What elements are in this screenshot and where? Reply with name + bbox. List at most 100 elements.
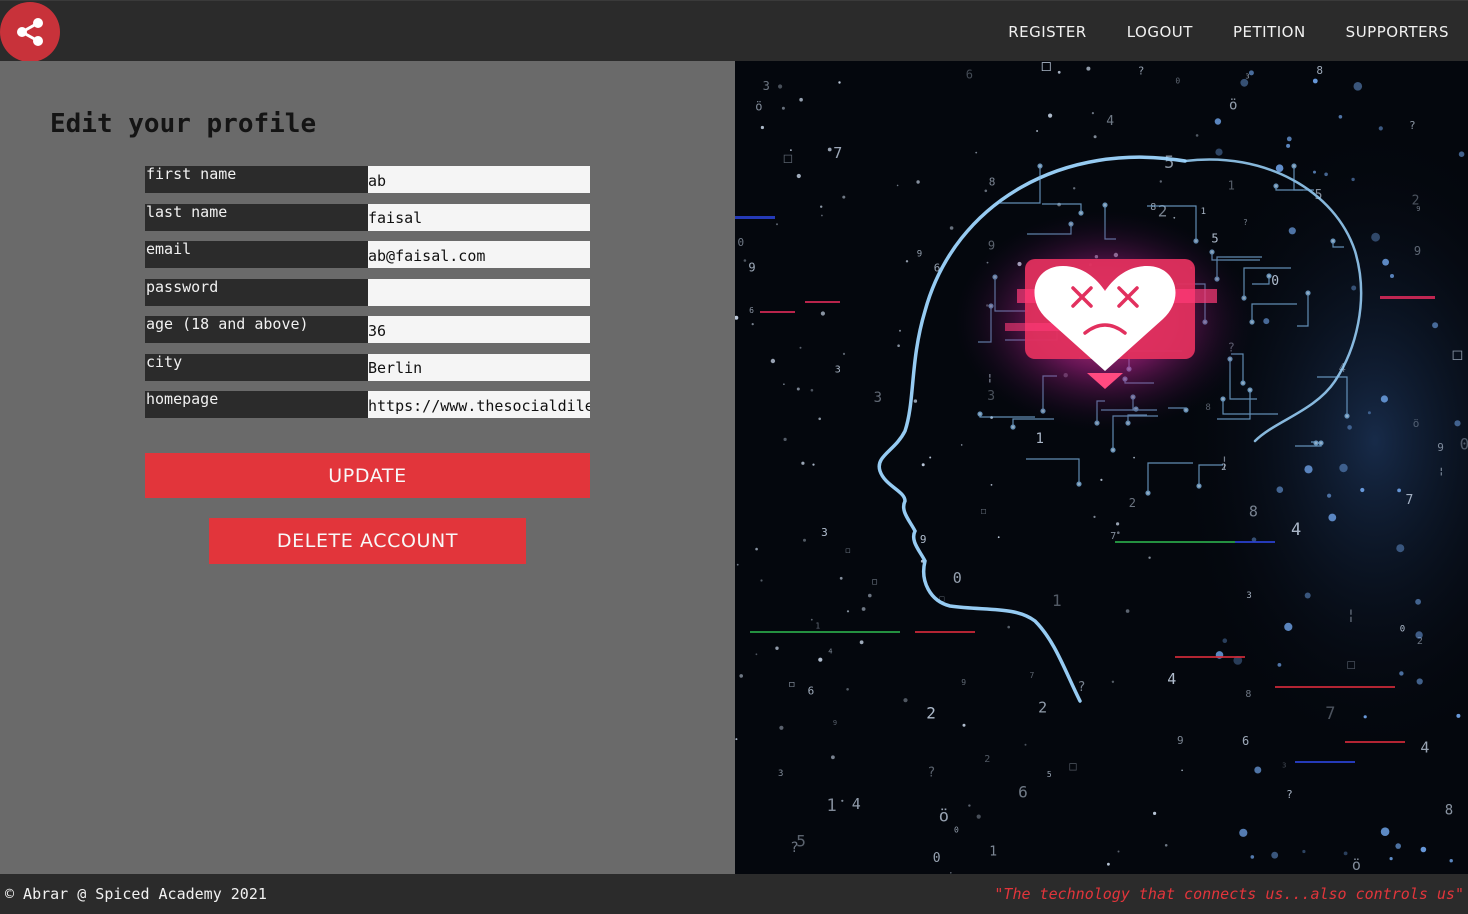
svg-text:8: 8	[989, 175, 996, 188]
svg-text:3: 3	[1245, 72, 1249, 80]
svg-text:3: 3	[874, 390, 882, 406]
svg-text:ö: ö	[1352, 856, 1361, 874]
svg-text:2: 2	[1158, 202, 1168, 221]
svg-text:4: 4	[1106, 114, 1114, 129]
password-label: password	[145, 278, 368, 306]
ai-head-broken-heart-image: 413978□32¦7?63ö4945□ö11ö60???565934□9□?□…	[735, 61, 1468, 874]
svg-text:7: 7	[1030, 671, 1035, 680]
city-input[interactable]	[368, 353, 590, 381]
form-row-age: age (18 and above)	[145, 316, 590, 343]
svg-text:□: □	[872, 577, 877, 586]
svg-text:3: 3	[1282, 761, 1286, 769]
first-name-input[interactable]	[368, 166, 590, 193]
svg-text:5: 5	[796, 831, 806, 850]
header-bar: REGISTER LOGOUT PETITION SUPPORTERS	[0, 0, 1468, 62]
hero-image: 413978□32¦7?63ö4945□ö11ö60???565934□9□?□…	[735, 61, 1468, 874]
update-button[interactable]: UPDATE	[145, 453, 590, 498]
svg-text:1: 1	[1228, 178, 1235, 192]
share-icon[interactable]	[0, 2, 60, 62]
form-row-email: email	[145, 241, 590, 268]
svg-text:□: □	[981, 506, 986, 515]
homepage-label: homepage	[145, 391, 368, 418]
footer-bar: © Abrar @ Spiced Academy 2021 "The techn…	[0, 874, 1468, 914]
top-nav: REGISTER LOGOUT PETITION SUPPORTERS	[1008, 1, 1468, 62]
svg-text:9: 9	[917, 250, 922, 260]
svg-text:□: □	[1347, 658, 1355, 673]
profile-edit-panel: Edit your profile first name last name e…	[0, 61, 735, 874]
svg-text:?: ?	[1078, 680, 1086, 695]
password-input[interactable]	[368, 278, 590, 306]
homepage-input[interactable]	[368, 391, 590, 418]
svg-text:¦: ¦	[1439, 467, 1444, 477]
svg-text:0: 0	[1175, 77, 1180, 86]
svg-text:8: 8	[1445, 803, 1453, 819]
svg-text:ö: ö	[1229, 98, 1237, 114]
svg-text:?: ?	[1138, 65, 1145, 78]
svg-text:7: 7	[833, 144, 842, 162]
svg-text:8: 8	[1150, 202, 1156, 213]
svg-text:0: 0	[933, 851, 941, 866]
age-label: age (18 and above)	[145, 316, 368, 343]
nav-supporters-link[interactable]: SUPPORTERS	[1346, 23, 1449, 41]
svg-text:3: 3	[1246, 591, 1251, 601]
svg-text:6: 6	[749, 306, 754, 315]
svg-text:?: ?	[1286, 788, 1293, 801]
svg-text:5: 5	[1164, 153, 1174, 173]
svg-text:□: □	[784, 151, 793, 167]
svg-text:□: □	[789, 679, 794, 688]
svg-text:4: 4	[1420, 738, 1429, 756]
svg-text:2: 2	[1129, 496, 1136, 510]
nav-petition-link[interactable]: PETITION	[1233, 23, 1306, 41]
last-name-label: last name	[145, 203, 368, 231]
svg-text:□: □	[1042, 61, 1051, 74]
svg-text:ö: ö	[939, 807, 949, 827]
svg-text:3: 3	[835, 365, 841, 376]
svg-text:7: 7	[1325, 704, 1335, 724]
svg-text:9: 9	[1437, 441, 1444, 454]
form-row-city: city	[145, 353, 590, 381]
svg-text:9: 9	[748, 261, 755, 275]
svg-text:9: 9	[961, 678, 966, 687]
last-name-input[interactable]	[368, 203, 590, 231]
svg-text:4: 4	[1291, 520, 1301, 540]
svg-text:8: 8	[1316, 64, 1323, 77]
svg-text:9: 9	[920, 533, 927, 546]
svg-text:ö: ö	[1413, 417, 1420, 430]
nav-register-link[interactable]: REGISTER	[1008, 23, 1087, 41]
svg-text:0: 0	[953, 569, 962, 587]
svg-text:3: 3	[821, 526, 828, 539]
delete-account-button[interactable]: DELETE ACCOUNT	[209, 518, 526, 564]
first-name-label: first name	[145, 166, 368, 193]
svg-text:1: 1	[827, 796, 837, 816]
svg-text:4: 4	[852, 795, 861, 813]
form-row-first-name: first name	[145, 166, 590, 193]
svg-text:□: □	[846, 547, 850, 555]
form-row-last-name: last name	[145, 203, 590, 231]
svg-text:8: 8	[1205, 403, 1210, 413]
age-input[interactable]	[368, 316, 590, 343]
svg-text:2: 2	[984, 754, 990, 765]
page-title: Edit your profile	[50, 109, 317, 139]
svg-text:1: 1	[1201, 207, 1206, 217]
form-row-password: password	[145, 278, 590, 306]
svg-text:1: 1	[1036, 431, 1044, 447]
svg-text:0: 0	[1400, 624, 1405, 634]
email-input[interactable]	[368, 241, 590, 268]
svg-text:7: 7	[1406, 493, 1414, 508]
svg-text:6: 6	[966, 68, 973, 82]
svg-text:3: 3	[763, 79, 770, 93]
svg-text:?: ?	[1409, 119, 1416, 132]
svg-text:0: 0	[1271, 274, 1279, 289]
svg-text:2: 2	[1412, 193, 1420, 208]
svg-text:7: 7	[1110, 531, 1116, 542]
svg-text:6: 6	[1242, 734, 1249, 748]
svg-text:1: 1	[989, 845, 997, 860]
svg-text:□: □	[1069, 759, 1076, 773]
svg-text:?: ?	[1243, 218, 1248, 227]
nav-logout-link[interactable]: LOGOUT	[1127, 23, 1193, 41]
email-label: email	[145, 241, 368, 268]
svg-text:4: 4	[828, 647, 832, 655]
svg-text:¦: ¦	[1347, 607, 1355, 623]
profile-form: first name last name email password age …	[145, 166, 590, 429]
svg-text:?: ?	[928, 766, 936, 781]
